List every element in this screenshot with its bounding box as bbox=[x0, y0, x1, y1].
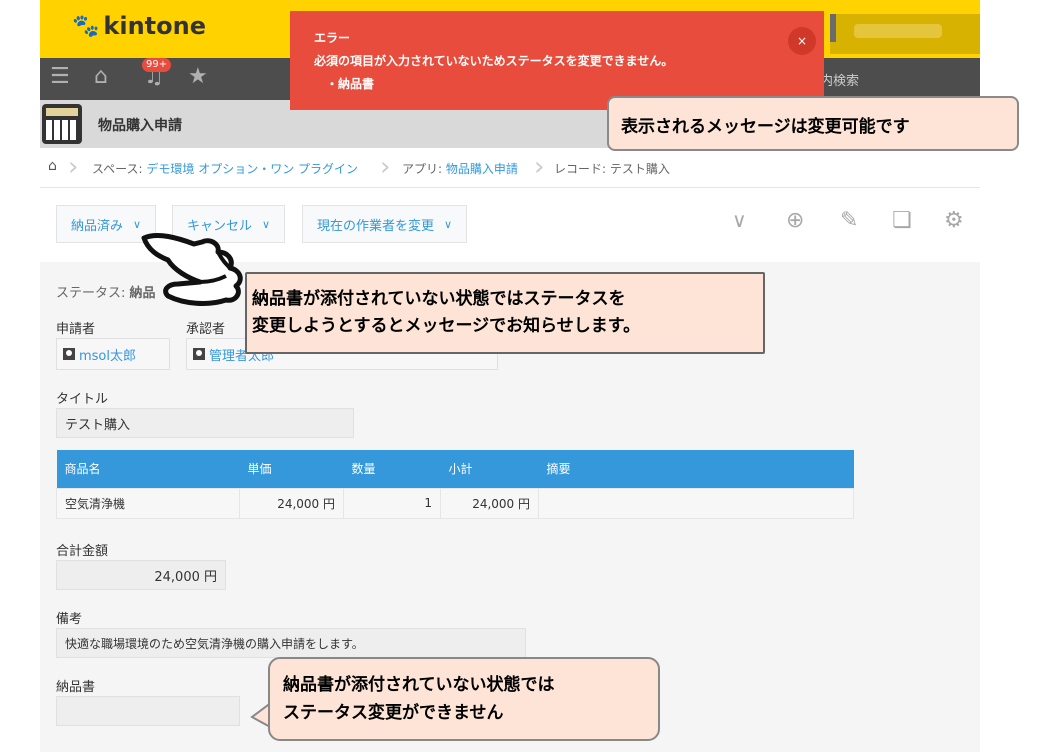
home-icon[interactable]: ⌂ bbox=[94, 64, 108, 89]
breadcrumb-space: スペース: デモ環境 オプション・ワン プラグイン bbox=[92, 160, 358, 177]
callout-line: 変更しようとするとメッセージでお知らせします。 bbox=[252, 316, 641, 336]
total-label: 合計金額 bbox=[56, 544, 109, 559]
user-menu-divider bbox=[830, 14, 836, 42]
change-assignee-button[interactable]: 現在の作業者を変更 ∨ bbox=[302, 205, 468, 243]
error-message: 必須の項目が入力されていないためステータスを変更できません。 bbox=[314, 54, 674, 68]
table-cell: 1 bbox=[343, 487, 441, 519]
breadcrumb-space-prefix: スペース: bbox=[92, 162, 147, 176]
user-name-blurred bbox=[854, 24, 942, 38]
notification-badge: 99+ bbox=[142, 58, 172, 72]
breadcrumb: ⌂ › スペース: デモ環境 オプション・ワン プラグイン › アプリ: 物品購… bbox=[40, 148, 980, 188]
app-title[interactable]: 物品購入申請 bbox=[98, 115, 182, 135]
home-breadcrumb-icon[interactable]: ⌂ bbox=[48, 158, 57, 174]
star-icon[interactable]: ★ bbox=[188, 64, 208, 89]
breadcrumb-record: レコード: テスト購入 bbox=[554, 162, 670, 176]
duplicate-icon[interactable]: ❏ bbox=[892, 208, 912, 233]
callout-message-editable: 表示されるメッセージは変更可能です bbox=[607, 96, 1019, 151]
notes-label: 備考 bbox=[56, 612, 83, 627]
title-field: テスト購入 bbox=[56, 408, 354, 438]
table-cell: 24,000 円 bbox=[440, 487, 539, 519]
delivery-note-label: 納品書 bbox=[56, 680, 96, 695]
callout-line: ステータス変更ができません bbox=[283, 703, 504, 723]
applicant-link[interactable]: msol太郎 bbox=[79, 345, 136, 364]
table-cell bbox=[538, 487, 854, 519]
table-header-row: 商品名 単価 数量 小計 摘要 bbox=[56, 450, 854, 488]
breadcrumb-app-prefix: アプリ: bbox=[402, 162, 446, 176]
breadcrumb-separator: › bbox=[380, 152, 391, 182]
error-item: ・納品書 bbox=[326, 77, 375, 91]
user-icon bbox=[63, 348, 75, 360]
kintone-logo[interactable]: 🐾 kintone bbox=[72, 12, 206, 40]
table-header: 単価 bbox=[239, 450, 344, 488]
table-header: 商品名 bbox=[56, 450, 240, 488]
gear-icon[interactable]: ⚙ bbox=[944, 208, 964, 233]
change-assignee-label: 現在の作業者を変更 bbox=[317, 218, 435, 234]
error-title: エラー bbox=[314, 31, 351, 45]
chevron-down-icon: ∨ bbox=[262, 217, 271, 231]
item-table: 商品名 単価 数量 小計 摘要 空気清浄機 24,000 円 1 24,000 … bbox=[56, 450, 854, 519]
search-link[interactable]: 内検索 bbox=[820, 70, 859, 89]
user-icon bbox=[193, 348, 205, 360]
delivery-note-field[interactable] bbox=[56, 696, 240, 726]
paw-icon: 🐾 bbox=[72, 13, 100, 39]
status-delivered-label: 納品済み bbox=[71, 218, 124, 234]
user-menu[interactable] bbox=[830, 14, 980, 54]
table-header: 小計 bbox=[440, 450, 539, 488]
logo-text: kintone bbox=[103, 12, 207, 40]
edit-icon[interactable]: ✎ bbox=[840, 208, 858, 233]
breadcrumb-separator: › bbox=[68, 152, 79, 182]
calculator-app-icon[interactable] bbox=[42, 104, 82, 144]
close-icon[interactable]: × bbox=[788, 27, 816, 55]
callout-line: 納品書が添付されていない状態では bbox=[283, 675, 555, 695]
table-cell: 空気清浄機 bbox=[56, 487, 240, 519]
table-header: 数量 bbox=[343, 450, 441, 488]
title-label: タイトル bbox=[56, 392, 109, 407]
breadcrumb-app: アプリ: 物品購入申請 bbox=[402, 160, 518, 177]
breadcrumb-space-link[interactable]: デモ環境 オプション・ワン プラグイン bbox=[146, 162, 358, 176]
applicant-field: msol太郎 bbox=[56, 338, 170, 370]
table-row: 空気清浄機 24,000 円 1 24,000 円 bbox=[56, 487, 854, 519]
callout-delivery-note-required: 納品書が添付されていない状態では ステータス変更ができません bbox=[268, 657, 660, 741]
breadcrumb-app-link[interactable]: 物品購入申請 bbox=[446, 162, 518, 176]
applicant-label: 申請者 bbox=[56, 322, 96, 337]
expand-chevron-icon[interactable]: ∨ bbox=[732, 208, 747, 232]
menu-icon[interactable]: ☰ bbox=[50, 64, 70, 89]
callout-status-change-notice: 納品書が添付されていない状態ではステータスを 変更しようとするとメッセージでお知… bbox=[245, 272, 765, 354]
callout-line: 納品書が添付されていない状態ではステータスを bbox=[252, 289, 626, 309]
chevron-down-icon: ∨ bbox=[444, 217, 453, 231]
notes-field: 快適な職場環境のため空気清浄機の購入申請をします。 bbox=[56, 628, 526, 658]
total-field: 24,000 円 bbox=[56, 560, 226, 590]
chevron-down-icon: ∨ bbox=[133, 217, 142, 231]
breadcrumb-separator: › bbox=[534, 152, 545, 182]
pointing-hand-icon bbox=[141, 233, 243, 306]
approver-label: 承認者 bbox=[186, 322, 226, 337]
status-label: ステータス: bbox=[56, 286, 130, 301]
add-record-icon[interactable]: ⊕ bbox=[786, 208, 804, 233]
table-cell: 24,000 円 bbox=[239, 487, 344, 519]
table-header: 摘要 bbox=[538, 450, 854, 488]
